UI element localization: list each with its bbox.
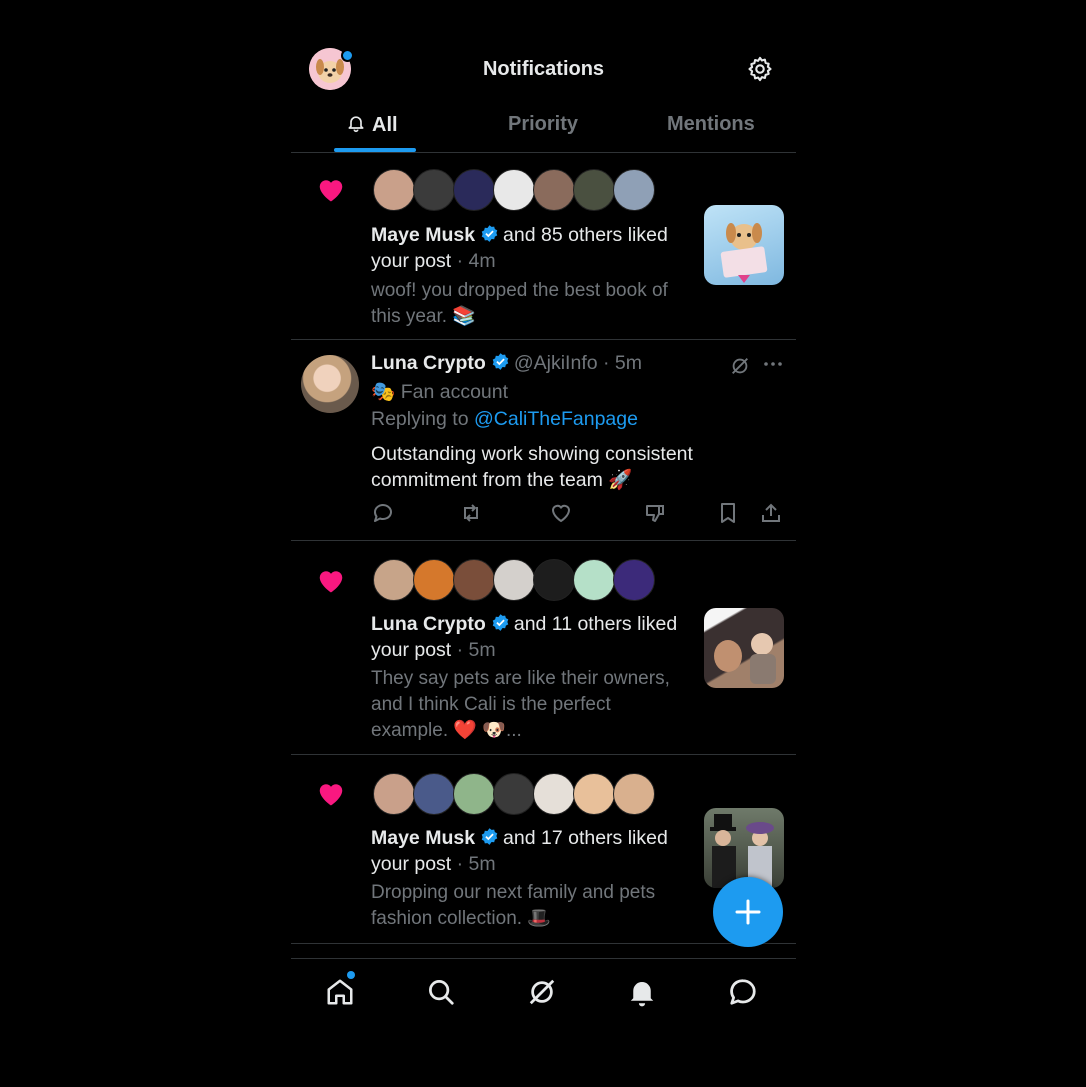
active-tab-indicator: [334, 148, 416, 152]
tab-all-label: All: [372, 114, 398, 136]
liker-avatar[interactable]: [453, 559, 495, 601]
bell-icon: [348, 116, 364, 133]
liker-avatar[interactable]: [453, 169, 495, 211]
verified-icon: [492, 614, 509, 631]
reply-text: Outstanding work showing consistent comm…: [371, 443, 693, 491]
post-preview: woof! you dropped the best book of this …: [371, 280, 668, 327]
gear-icon[interactable]: [746, 55, 774, 83]
mention-link[interactable]: @CaliTheFanpage: [474, 408, 638, 430]
grok-icon[interactable]: [527, 977, 557, 1007]
timestamp: · 4m: [456, 250, 496, 272]
action-text: and 11 others liked: [513, 613, 678, 635]
notification-like[interactable]: Maye Musk and 85 others liked your post ·…: [291, 153, 796, 340]
post-thumbnail[interactable]: [704, 205, 784, 285]
tab-priority[interactable]: Priority: [508, 113, 578, 136]
phone-screen: Notifications All Priority Mentions Maye…: [291, 0, 796, 1087]
share-icon[interactable]: [759, 501, 783, 525]
account-label-text: Fan account: [400, 381, 509, 403]
bell-icon[interactable]: [627, 977, 657, 1007]
liker-avatar[interactable]: [533, 559, 575, 601]
more-icon[interactable]: [763, 360, 783, 368]
retweet-icon[interactable]: [459, 501, 483, 525]
notification-summary: Maye Musk and 85 others liked: [371, 224, 668, 247]
liker-avatar[interactable]: [613, 169, 655, 211]
bottom-navigation: [291, 958, 796, 1029]
messages-icon[interactable]: [728, 977, 758, 1007]
liker-avatar[interactable]: [373, 773, 415, 815]
like-icon[interactable]: [549, 501, 573, 525]
mask-icon: 🎭: [371, 381, 396, 403]
liker-avatar[interactable]: [413, 559, 455, 601]
home-notification-dot: [347, 971, 355, 979]
action-text-2: your post: [371, 639, 452, 661]
notification-summary: Luna Crypto and 11 others liked: [371, 613, 677, 636]
liker-avatar[interactable]: [493, 559, 535, 601]
verified-icon: [481, 225, 498, 242]
notification-reply[interactable]: Luna Crypto @AjkiInfo · 5m 🎭 Fan account …: [291, 340, 796, 541]
replying-prefix: Replying to: [371, 408, 469, 430]
heart-icon: [319, 571, 343, 593]
tab-all[interactable]: All: [346, 113, 398, 137]
timestamp: · 5m: [456, 853, 496, 875]
post-preview: Dropping our next family and pets fashio…: [371, 882, 656, 929]
reply-icon[interactable]: [371, 501, 395, 525]
post-actions: [371, 501, 786, 527]
liker-avatar[interactable]: [493, 169, 535, 211]
post-thumbnail[interactable]: [704, 808, 784, 888]
user-handle[interactable]: @AjkiInfo: [514, 352, 598, 374]
heart-icon: [319, 180, 343, 202]
notification-summary-line2: your post · 5m: [371, 639, 496, 662]
notification-summary-line2: your post · 4m: [371, 250, 496, 273]
timestamp: · 5m: [456, 639, 496, 661]
post-thumbnail[interactable]: [704, 608, 784, 688]
reply-header: Luna Crypto @AjkiInfo · 5m: [371, 352, 791, 375]
user-name[interactable]: Luna Crypto: [371, 352, 486, 374]
user-name[interactable]: Maye Musk: [371, 827, 475, 849]
liker-avatar[interactable]: [533, 773, 575, 815]
plus-icon: [735, 899, 761, 925]
action-text: and 85 others liked: [503, 224, 668, 246]
liker-avatar[interactable]: [573, 559, 615, 601]
tab-mentions[interactable]: Mentions: [667, 113, 755, 136]
liker-avatar[interactable]: [613, 773, 655, 815]
notification-tabs: All Priority Mentions: [291, 100, 796, 153]
user-name[interactable]: Maye Musk: [371, 224, 475, 246]
liker-avatar[interactable]: [453, 773, 495, 815]
grok-icon[interactable]: [729, 355, 751, 377]
post-preview: They say pets are like their owners, and…: [371, 668, 670, 741]
notification-summary-line2: your post · 5m: [371, 853, 496, 876]
verified-icon: [492, 353, 509, 370]
liker-avatar[interactable]: [373, 169, 415, 211]
liker-avatar[interactable]: [373, 559, 415, 601]
liker-avatar[interactable]: [573, 773, 615, 815]
timestamp: · 5m: [603, 352, 643, 374]
action-text: and 17 others liked: [503, 827, 668, 849]
liker-avatar[interactable]: [533, 169, 575, 211]
page-title: Notifications: [482, 58, 605, 80]
user-name[interactable]: Luna Crypto: [371, 613, 486, 635]
replying-to: Replying to @CaliTheFanpage: [371, 408, 791, 431]
notification-summary: Maye Musk and 17 others liked: [371, 827, 668, 850]
liker-avatar[interactable]: [493, 773, 535, 815]
home-icon[interactable]: [325, 977, 355, 1007]
author-avatar[interactable]: [301, 355, 359, 413]
top-bar: Notifications: [291, 45, 796, 95]
liker-avatar[interactable]: [413, 773, 455, 815]
heart-icon: [319, 784, 343, 806]
account-label: 🎭 Fan account: [371, 380, 791, 404]
action-text-2: your post: [371, 853, 452, 875]
dislike-icon[interactable]: [643, 501, 667, 525]
liker-avatar[interactable]: [413, 169, 455, 211]
bookmark-icon[interactable]: [716, 501, 740, 525]
search-icon[interactable]: [426, 977, 456, 1007]
liker-avatar[interactable]: [613, 559, 655, 601]
liker-avatar[interactable]: [573, 169, 615, 211]
action-text-2: your post: [371, 250, 452, 272]
compose-button[interactable]: [713, 877, 783, 947]
verified-icon: [481, 828, 498, 845]
notification-like[interactable]: Luna Crypto and 11 others liked your post…: [291, 541, 796, 755]
